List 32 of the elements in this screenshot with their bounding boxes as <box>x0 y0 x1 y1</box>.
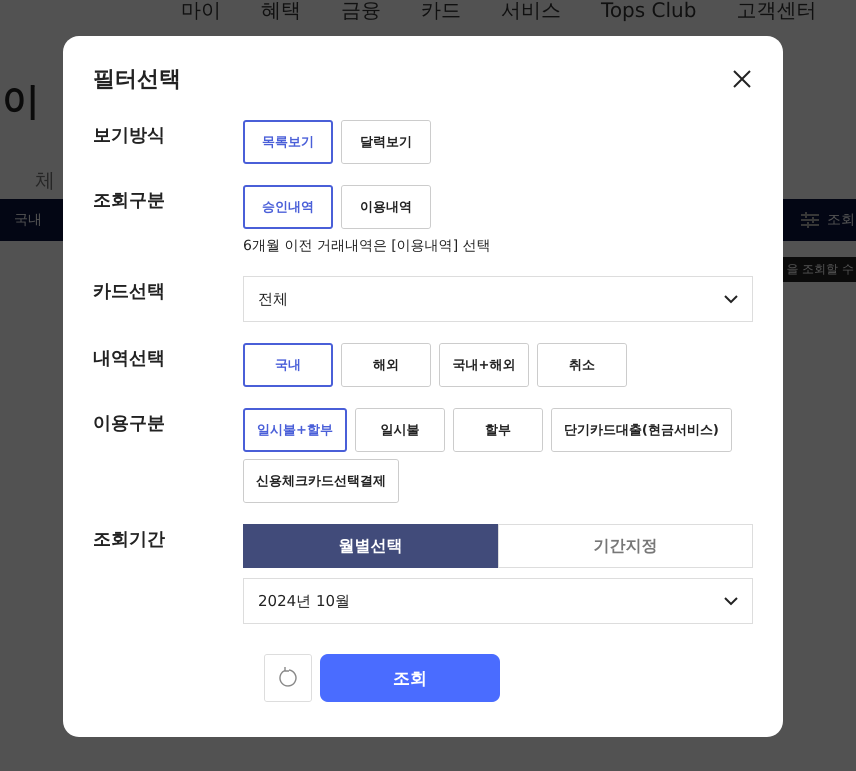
period-tab[interactable]: 기간지정 <box>498 524 753 568</box>
option-button[interactable]: 단기카드대출(현금서비스) <box>550 408 732 452</box>
dialog-title: 필터선택 <box>93 66 181 94</box>
chevron-down-icon <box>724 596 738 606</box>
option-button[interactable]: 달력보기 <box>341 120 431 164</box>
hint-text: 6개월 이전 거래내역은 [이용내역] 선택 <box>243 237 492 255</box>
option-button[interactable]: 국내 <box>243 343 333 387</box>
option-button[interactable]: 해외 <box>341 343 431 387</box>
region-label: 국내 <box>14 211 42 229</box>
option-button[interactable]: 국내+해외 <box>439 343 529 387</box>
field-label: 이용구분 <box>93 412 166 436</box>
option-button[interactable]: 신용체크카드선택결제 <box>243 459 399 503</box>
option-button[interactable]: 승인내역 <box>243 185 333 229</box>
search-button[interactable]: 조회 <box>320 654 500 702</box>
chevron-down-icon <box>724 294 738 304</box>
field-label: 조회구분 <box>93 189 166 213</box>
field-label: 내역선택 <box>93 347 166 371</box>
option-button[interactable]: 일시불+할부 <box>243 408 347 452</box>
close-icon[interactable] <box>733 70 751 88</box>
option-button[interactable]: 이용내역 <box>341 185 431 229</box>
option-button[interactable]: 일시불 <box>354 408 445 452</box>
option-button[interactable]: 할부 <box>452 408 543 452</box>
period-tab[interactable]: 월별선택 <box>243 524 498 568</box>
card-select[interactable]: 전체 <box>243 276 753 322</box>
field-label: 카드선택 <box>93 280 166 304</box>
field-label: 조회기간 <box>93 528 166 552</box>
month-select[interactable]: 2024년 10월 <box>243 578 753 624</box>
option-button[interactable]: 목록보기 <box>243 120 333 164</box>
option-button[interactable]: 취소 <box>537 343 627 387</box>
reset-button[interactable] <box>264 654 312 702</box>
page-heading: 이 <box>2 78 40 125</box>
field-label: 보기방식 <box>93 124 166 148</box>
